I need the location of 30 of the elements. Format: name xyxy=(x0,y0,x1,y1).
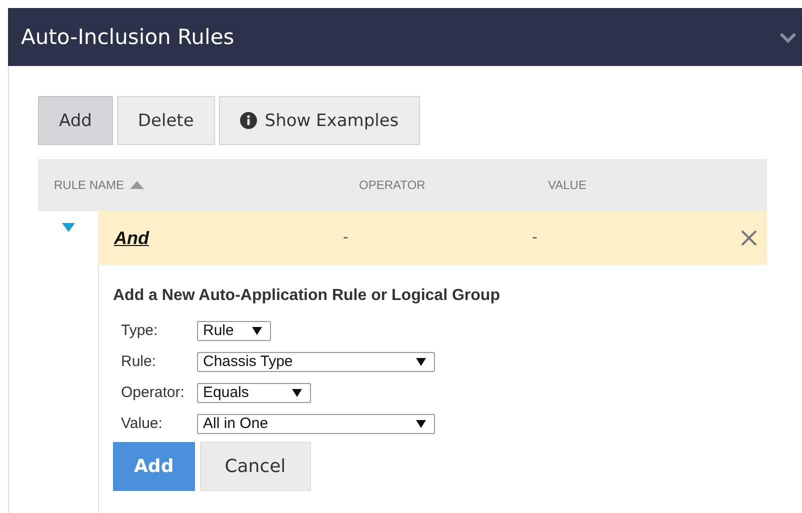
caret-icon xyxy=(292,388,302,396)
caret-icon xyxy=(252,326,262,334)
close-icon[interactable] xyxy=(741,230,757,246)
rule-name-link[interactable]: And xyxy=(114,228,149,248)
dropdown[interactable]: All in One xyxy=(197,414,435,434)
form-button[interactable]: Cancel xyxy=(200,442,311,491)
toolbar-button[interactable]: Delete xyxy=(116,96,215,145)
panel-title: Auto-Inclusion Rules xyxy=(21,25,234,49)
table-cell: - xyxy=(343,229,348,246)
sort-up-icon xyxy=(130,181,144,189)
column-header[interactable]: VALUE xyxy=(548,178,586,192)
field-label: Rule: xyxy=(121,353,158,370)
dropdown[interactable]: Chassis Type xyxy=(197,352,435,372)
column-header[interactable]: RULE NAME xyxy=(54,178,144,192)
expand-triangle-icon[interactable] xyxy=(62,223,74,232)
dropdown[interactable]: Equals xyxy=(197,382,311,402)
table-cell: - xyxy=(532,229,538,246)
table-row[interactable]: And - - xyxy=(98,211,767,265)
field-label: Operator: xyxy=(121,384,186,401)
caret-icon xyxy=(416,358,426,366)
dropdown[interactable]: Rule xyxy=(197,320,271,340)
field-label: Type: xyxy=(121,322,159,339)
info-icon xyxy=(240,112,257,129)
toolbar-button[interactable]: Show Examples xyxy=(218,96,420,145)
form-title: Add a New Auto-Application Rule or Logical Group xyxy=(113,287,501,305)
caret-icon xyxy=(416,420,426,428)
column-header[interactable]: OPERATOR xyxy=(359,178,426,192)
toolbar-button[interactable]: Add xyxy=(38,96,113,145)
chevron-down-icon[interactable] xyxy=(780,33,796,43)
field-label: Value: xyxy=(121,415,164,432)
